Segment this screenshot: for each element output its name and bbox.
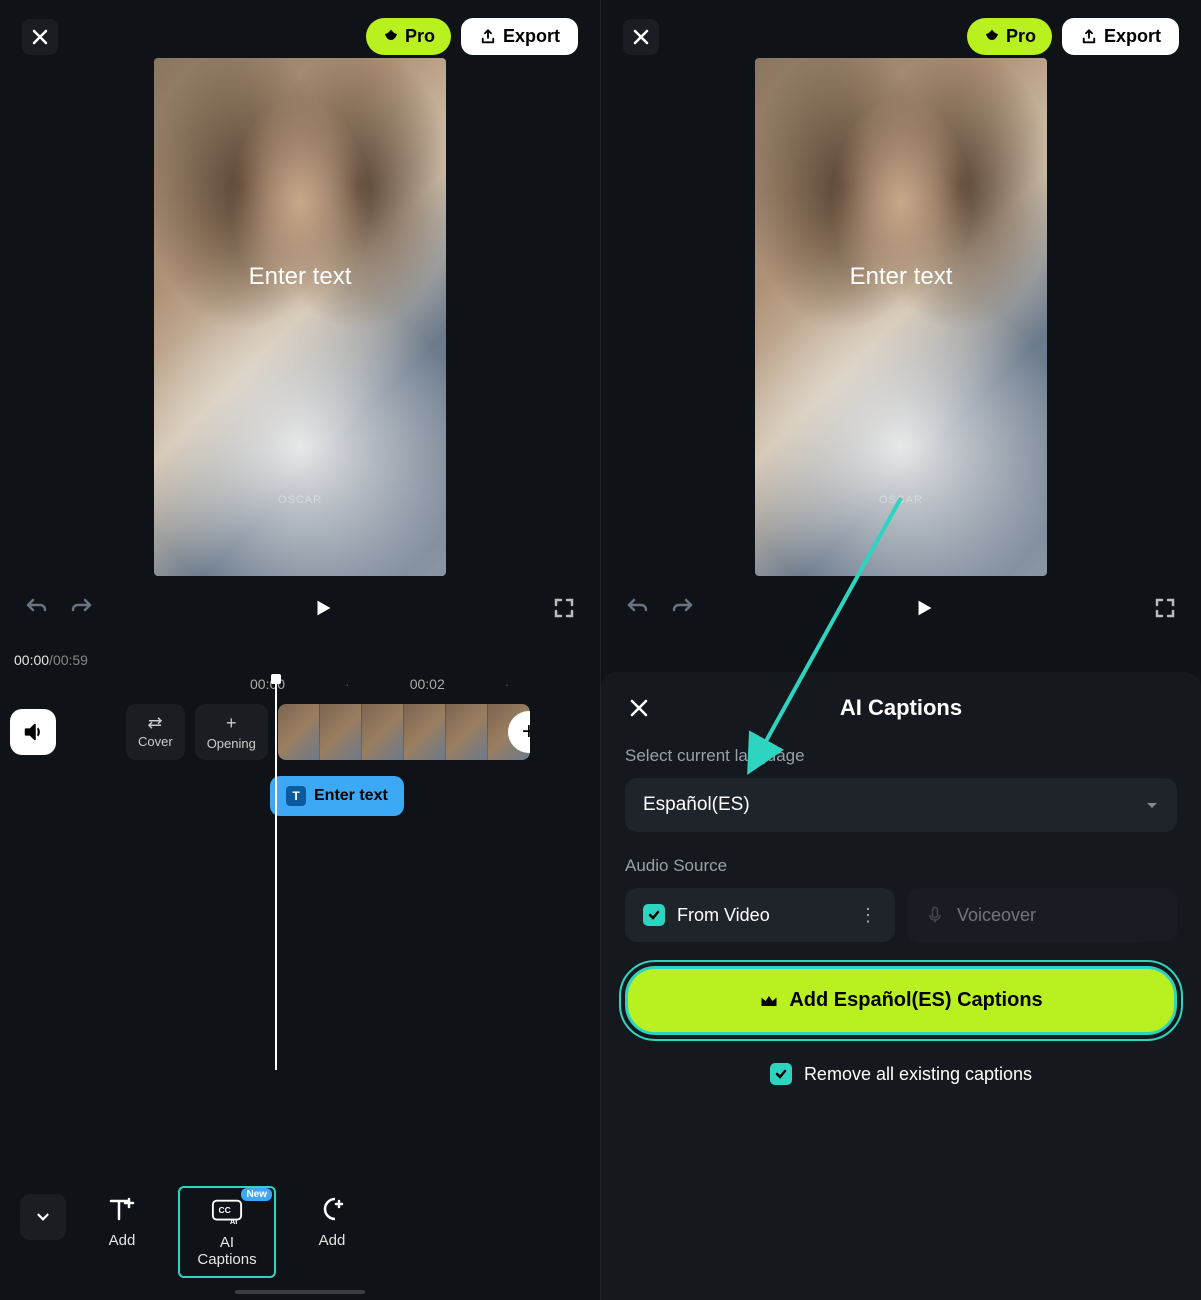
voiceover-label: Voiceover — [957, 905, 1036, 926]
export-icon — [1080, 28, 1098, 46]
redo-button[interactable] — [669, 594, 697, 622]
bottom-toolbar: Add New CC AI AI Captions Add — [0, 1186, 600, 1278]
text-clip-icon: T — [286, 786, 306, 806]
cc-ai-icon: CC AI — [211, 1198, 243, 1226]
clip-thumbnail[interactable] — [362, 704, 404, 760]
clip-thumbnail[interactable] — [446, 704, 488, 760]
opening-label: Opening — [207, 736, 256, 751]
add-effect-tool[interactable]: Add — [304, 1186, 360, 1257]
timeline[interactable]: 00:00/00:59 00:00·00:02· Cover + Opening — [0, 640, 600, 828]
undo-icon — [24, 596, 48, 620]
export-button[interactable]: Export — [1062, 18, 1179, 55]
close-icon — [32, 29, 48, 45]
video-track[interactable]: + — [278, 704, 530, 760]
speaker-icon — [22, 721, 44, 743]
home-indicator — [235, 1290, 365, 1294]
add-captions-label: Add Español(ES) Captions — [789, 989, 1042, 1012]
mic-icon — [925, 905, 945, 925]
pro-badge[interactable]: Pro — [366, 18, 451, 55]
from-video-label: From Video — [677, 905, 770, 926]
from-video-option[interactable]: From Video ⋮ — [625, 888, 895, 942]
checkbox-checked[interactable] — [643, 904, 665, 926]
check-icon — [647, 908, 661, 922]
undo-button[interactable] — [623, 594, 651, 622]
crown-icon — [759, 991, 779, 1011]
select-language-label: Select current language — [625, 746, 1177, 766]
text-plus-icon — [107, 1195, 137, 1225]
add-label: Add — [109, 1232, 136, 1249]
remove-captions-checkbox[interactable] — [770, 1063, 792, 1085]
clip-thumbnail[interactable] — [320, 704, 362, 760]
svg-text:AI: AI — [230, 1217, 238, 1226]
time-display: 00:00/00:59 — [10, 652, 590, 676]
text-overlay-placeholder[interactable]: Enter text — [850, 263, 953, 291]
redo-button[interactable] — [68, 594, 96, 622]
crown-icon — [983, 28, 1001, 46]
add-text-tool[interactable]: Add — [94, 1186, 150, 1257]
selected-language: Español(ES) — [643, 794, 750, 816]
check-icon — [774, 1067, 788, 1081]
crown-icon — [382, 28, 400, 46]
remove-captions-label: Remove all existing captions — [804, 1064, 1032, 1085]
redo-icon — [70, 596, 94, 620]
play-button[interactable] — [908, 592, 940, 624]
ai-captions-panel: AI Captions Select current language Espa… — [601, 672, 1201, 1300]
play-icon — [913, 597, 935, 619]
panel-title: AI Captions — [625, 695, 1177, 721]
pro-label: Pro — [405, 26, 435, 47]
close-button[interactable] — [623, 19, 659, 55]
right-screenshot-panel: Pro Export Enter text OSCAR — [601, 0, 1201, 1300]
pro-badge[interactable]: Pro — [967, 18, 1052, 55]
cover-label: Cover — [138, 734, 173, 749]
fullscreen-icon — [552, 596, 576, 620]
close-button[interactable] — [22, 19, 58, 55]
left-screenshot-panel: Pro Export Enter text OSCAR 00:00/00:59 — [0, 0, 601, 1300]
watermark-text: OSCAR — [278, 494, 322, 506]
collapse-toolbar-button[interactable] — [20, 1194, 66, 1240]
ai-captions-tool[interactable]: New CC AI AI Captions — [178, 1186, 276, 1278]
export-label: Export — [503, 26, 560, 47]
export-button[interactable]: Export — [461, 18, 578, 55]
undo-icon — [625, 596, 649, 620]
fullscreen-button[interactable] — [550, 594, 578, 622]
clip-thumbnail[interactable] — [278, 704, 320, 760]
video-preview[interactable]: Enter text OSCAR — [755, 58, 1047, 576]
ai-captions-label: AI Captions — [192, 1234, 262, 1268]
cover-clip-button[interactable]: Cover — [126, 704, 185, 760]
add-label: Add — [319, 1232, 346, 1249]
time-ruler: 00:00·00:02· — [10, 676, 590, 704]
redo-icon — [671, 596, 695, 620]
undo-button[interactable] — [22, 594, 50, 622]
swap-icon — [146, 716, 164, 730]
svg-text:CC: CC — [219, 1205, 231, 1215]
watermark-text: OSCAR — [879, 494, 923, 506]
play-icon — [312, 597, 334, 619]
export-icon — [479, 28, 497, 46]
audio-source-label: Audio Source — [625, 856, 1177, 876]
voiceover-option[interactable]: Voiceover — [907, 888, 1177, 942]
close-icon — [633, 29, 649, 45]
text-clip-label: Enter text — [314, 787, 388, 805]
fullscreen-button[interactable] — [1151, 594, 1179, 622]
chevron-down-icon — [34, 1208, 52, 1226]
pro-label: Pro — [1006, 26, 1036, 47]
fullscreen-icon — [1153, 596, 1177, 620]
video-preview[interactable]: Enter text OSCAR — [154, 58, 446, 576]
new-badge: New — [241, 1188, 272, 1201]
add-captions-button[interactable]: Add Español(ES) Captions — [625, 966, 1177, 1035]
opening-clip-button[interactable]: + Opening — [195, 704, 268, 760]
chevron-down-icon — [1145, 798, 1159, 812]
moon-plus-icon — [317, 1195, 347, 1225]
clip-thumbnail[interactable] — [404, 704, 446, 760]
playhead[interactable] — [275, 680, 277, 1070]
sound-toggle-button[interactable] — [10, 709, 56, 755]
export-label: Export — [1104, 26, 1161, 47]
more-options-icon[interactable]: ⋮ — [859, 905, 877, 926]
plus-icon: + — [226, 714, 237, 732]
play-button[interactable] — [307, 592, 339, 624]
language-dropdown[interactable]: Español(ES) — [625, 778, 1177, 832]
text-clip[interactable]: T Enter text — [270, 776, 404, 816]
text-overlay-placeholder[interactable]: Enter text — [249, 263, 352, 291]
